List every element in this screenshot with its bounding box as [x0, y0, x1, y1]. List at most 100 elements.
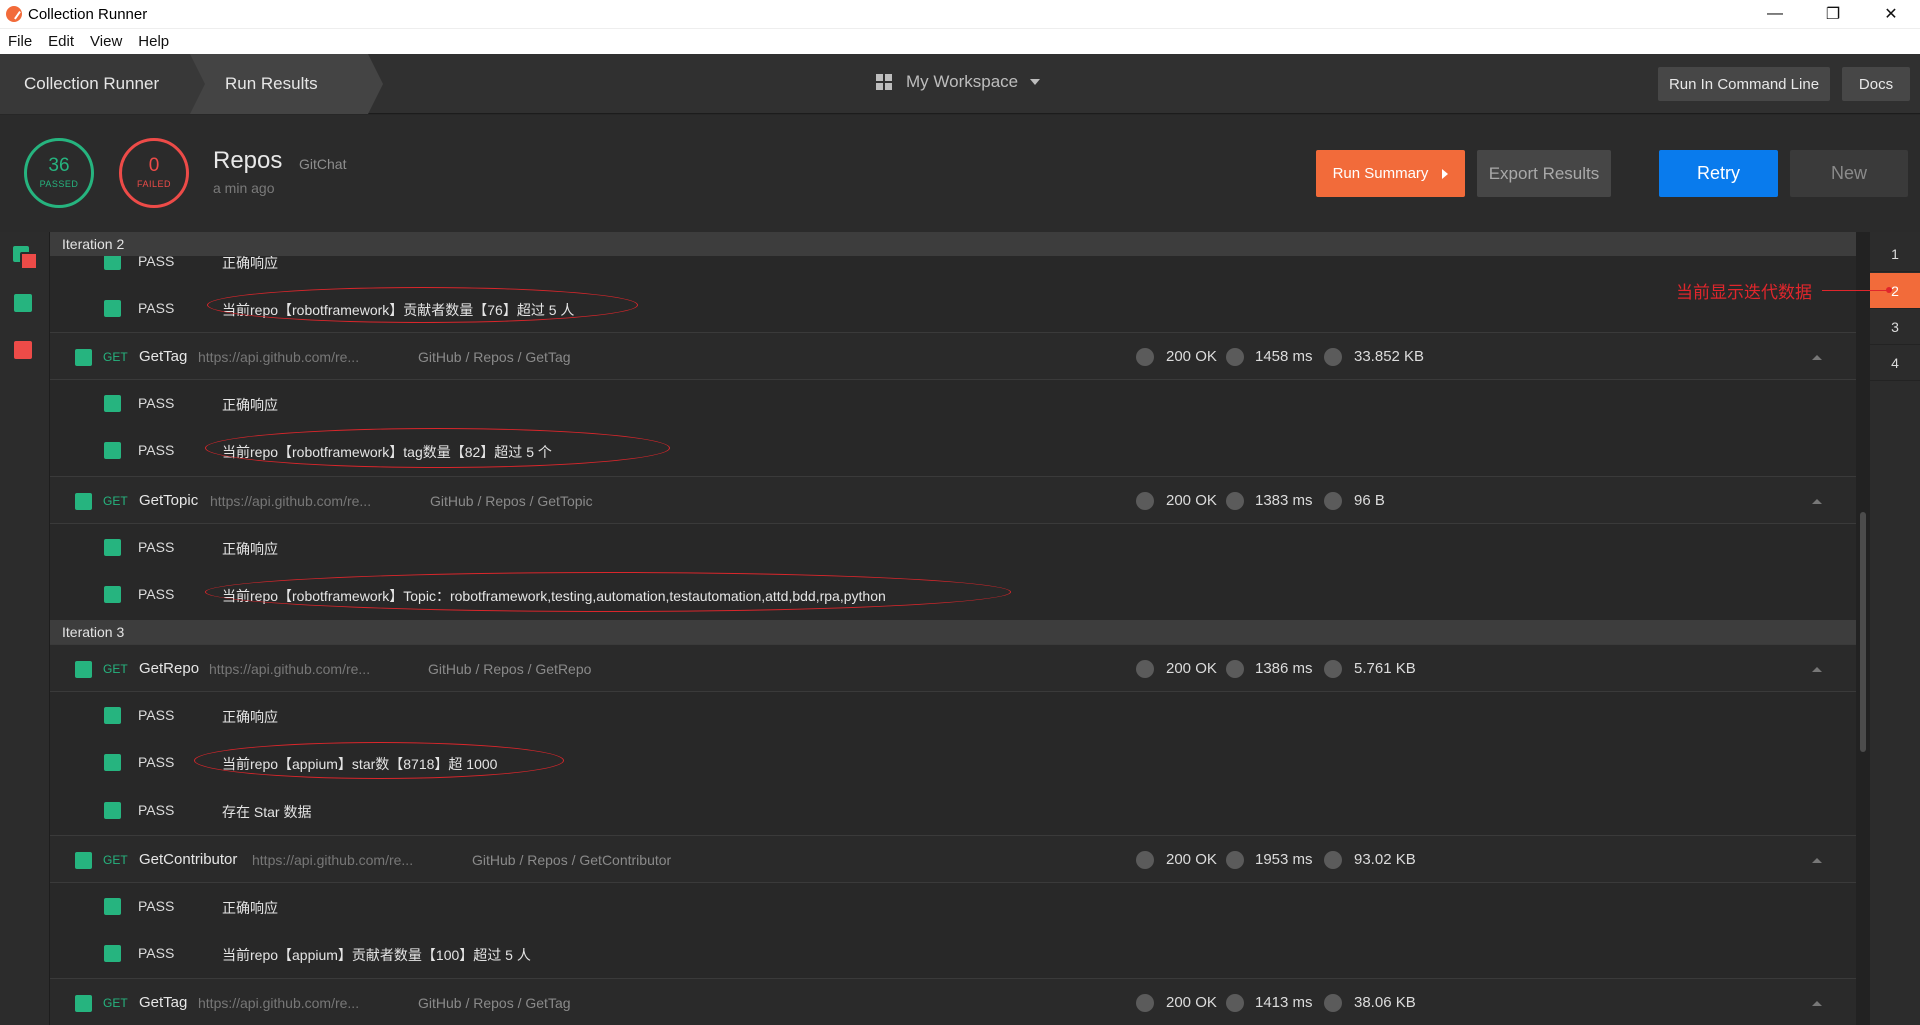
restore-icon: ❐: [1825, 6, 1841, 23]
test-status: PASS: [138, 539, 175, 555]
status-icon: [1136, 994, 1154, 1012]
menu-help[interactable]: Help: [130, 33, 177, 50]
status-icon: [1136, 492, 1154, 510]
request-path: GitHub / Repos / GetRepo: [428, 661, 592, 677]
request-row[interactable]: GET GetRepo https://api.github.com/re...…: [50, 644, 1856, 692]
pass-status-icon: [75, 661, 92, 678]
breadcrumb-collection-runner[interactable]: Collection Runner: [0, 54, 205, 114]
response-status: 200 OK: [1166, 994, 1217, 1011]
response-size: 38.06 KB: [1354, 994, 1416, 1011]
play-icon: [1442, 168, 1449, 179]
request-name: GetContributor: [139, 851, 238, 868]
request-method: GET: [103, 996, 128, 1010]
results-scrollbar[interactable]: [1856, 232, 1870, 1025]
failed-count-badge: 0 FAILED: [119, 138, 189, 208]
iteration-page-4[interactable]: 4: [1870, 345, 1920, 381]
pass-status-icon: [104, 945, 121, 962]
pass-status-icon: [75, 995, 92, 1012]
test-status: PASS: [138, 395, 175, 411]
test-name: 当前repo【robotframework】Topic：robotframewo…: [222, 588, 886, 604]
pass-status-icon: [104, 802, 121, 819]
retry-button[interactable]: Retry: [1659, 150, 1778, 197]
request-name: GetTag: [139, 348, 188, 365]
menu-view[interactable]: View: [82, 33, 130, 50]
window-controls: — ❐ ✕: [1746, 0, 1920, 28]
pass-status-icon: [104, 586, 121, 603]
docs-button[interactable]: Docs: [1842, 67, 1910, 101]
chevron-up-icon[interactable]: [1812, 1001, 1822, 1006]
filter-failed-icon[interactable]: [14, 341, 32, 359]
request-path: GitHub / Repos / GetTag: [418, 995, 571, 1011]
chevron-up-icon[interactable]: [1812, 858, 1822, 863]
menu-edit[interactable]: Edit: [40, 33, 82, 50]
export-results-button[interactable]: Export Results: [1477, 150, 1611, 197]
response-size: 93.02 KB: [1354, 851, 1416, 868]
filter-passed-icon[interactable]: [14, 294, 32, 312]
test-name: 正确响应: [222, 397, 278, 413]
size-icon: [1324, 660, 1342, 678]
test-status: PASS: [138, 945, 175, 961]
close-button[interactable]: ✕: [1862, 0, 1920, 28]
response-time: 1458 ms: [1255, 348, 1313, 365]
request-method: GET: [103, 662, 128, 676]
run-summary-button[interactable]: Run Summary: [1316, 150, 1465, 197]
workspace-selector[interactable]: My Workspace: [876, 72, 1041, 92]
test-row: PASS 正确响应: [50, 524, 1856, 572]
test-name: 正确响应: [222, 255, 278, 271]
minimize-button[interactable]: —: [1746, 0, 1804, 28]
test-status: PASS: [138, 707, 175, 723]
chevron-up-icon[interactable]: [1812, 355, 1822, 360]
request-url: https://api.github.com/re...: [198, 995, 360, 1011]
test-status: PASS: [138, 586, 175, 602]
passed-label: PASSED: [39, 179, 79, 189]
size-icon: [1324, 348, 1342, 366]
run-in-command-line-button[interactable]: Run In Command Line: [1658, 67, 1830, 101]
close-icon: ✕: [1884, 6, 1898, 23]
request-row[interactable]: GET GetTopic https://api.github.com/re..…: [50, 476, 1856, 524]
iteration-page-1[interactable]: 1: [1870, 236, 1920, 272]
iteration-header: Iteration 3: [50, 620, 1856, 644]
breadcrumb-run-results[interactable]: Run Results: [190, 54, 383, 114]
time-icon: [1226, 851, 1244, 869]
scrollbar-thumb[interactable]: [1860, 512, 1866, 752]
minimize-icon: —: [1767, 5, 1783, 22]
request-method: GET: [103, 350, 128, 364]
passed-count: 36: [48, 155, 70, 176]
annotation-arrow: [1822, 290, 1890, 291]
test-status: PASS: [138, 898, 175, 914]
run-summary-label: Run Summary: [1332, 165, 1429, 182]
request-url: https://api.github.com/re...: [252, 852, 414, 868]
result-filter-strip: [0, 232, 50, 1025]
time-icon: [1226, 660, 1244, 678]
test-row: PASS 当前repo【robotframework】tag数量【82】超过 5…: [50, 427, 1856, 475]
test-name: 正确响应: [222, 900, 278, 916]
request-row[interactable]: GET GetTag https://api.github.com/re... …: [50, 978, 1856, 1025]
request-row[interactable]: GET GetContributor https://api.github.co…: [50, 835, 1856, 883]
workspace-grid-icon: [876, 74, 892, 90]
iteration-header-sticky: Iteration 2: [50, 232, 1856, 256]
chevron-up-icon[interactable]: [1812, 499, 1822, 504]
request-url: https://api.github.com/re...: [209, 661, 371, 677]
response-time: 1413 ms: [1255, 994, 1313, 1011]
iteration-pager: 1 2 3 4: [1870, 232, 1920, 1025]
run-time: a min ago: [213, 180, 275, 196]
test-row: PASS 正确响应: [50, 380, 1856, 428]
time-icon: [1226, 348, 1244, 366]
iteration-page-2[interactable]: 2: [1870, 273, 1920, 309]
request-name: GetTopic: [139, 492, 199, 509]
pass-status-icon: [104, 754, 121, 771]
maximize-button[interactable]: ❐: [1804, 0, 1862, 28]
annotation-arrow-dot: [1886, 287, 1892, 293]
new-button[interactable]: New: [1790, 150, 1908, 197]
request-path: GitHub / Repos / GetContributor: [472, 852, 672, 868]
request-method: GET: [103, 853, 128, 867]
request-path: GitHub / Repos / GetTopic: [430, 493, 593, 509]
menu-file[interactable]: File: [0, 33, 40, 50]
time-icon: [1226, 492, 1244, 510]
iteration-page-3[interactable]: 3: [1870, 309, 1920, 345]
request-url: https://api.github.com/re...: [210, 493, 372, 509]
test-row: PASS 正确响应: [50, 692, 1856, 740]
test-status: PASS: [138, 754, 175, 770]
request-row[interactable]: GET GetTag https://api.github.com/re... …: [50, 332, 1856, 380]
chevron-up-icon[interactable]: [1812, 667, 1822, 672]
